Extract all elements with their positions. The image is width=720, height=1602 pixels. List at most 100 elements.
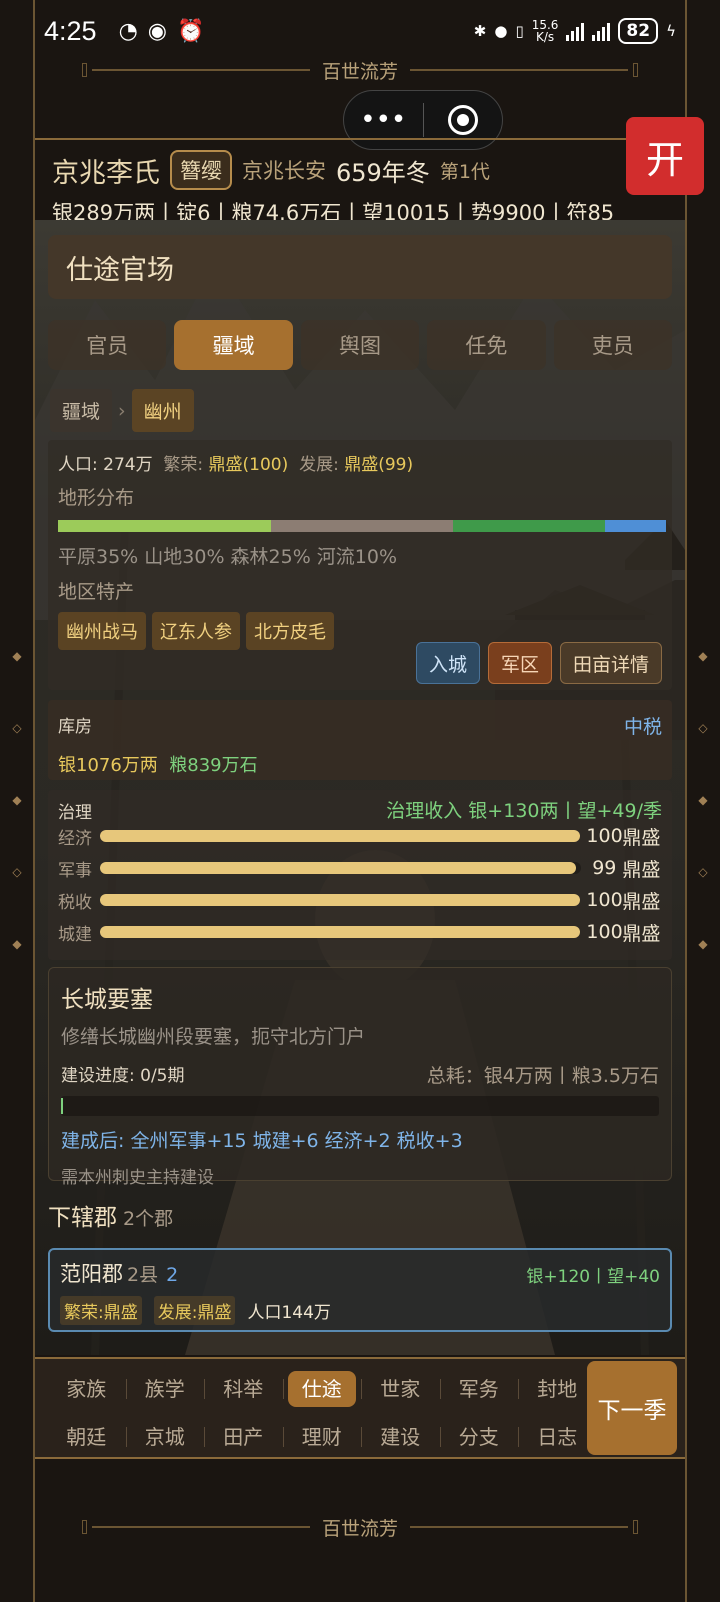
clan-header: 京兆李氏 簪缨 京兆长安 659年冬 第1代 [52,150,490,190]
gov-label: 经济 [58,828,92,849]
project-description: 修缮长城幽州段要塞，扼守北方门户 [61,1026,366,1048]
signal-icon [566,21,585,41]
county-extra: 2 [166,1264,179,1286]
more-dots-icon: ••• [360,105,407,135]
panel-title: 仕途官场 [48,235,672,299]
region-actions: 入城 军区 田亩详情 [415,642,662,684]
open-button[interactable]: 开 [626,117,704,195]
nav-finance[interactable]: 理财 [282,1421,362,1450]
nav-grid: 家族 族学 科举 仕途 世家 军务 封地 朝廷 京城 田产 理财 建设 分支 日… [47,1363,597,1459]
close-miniprogram-button[interactable] [424,105,503,135]
tab-clerks[interactable]: 吏员 [553,320,673,370]
clan-seat: 京兆长安 [242,159,326,183]
nav-family[interactable]: 家族 [47,1373,126,1402]
terrain-segment [453,520,606,532]
breadcrumb: 疆域 › 幽州 [50,389,194,432]
chevron-right-icon: › [118,399,126,422]
project-cost: 总耗：银4万两丨粮3.5万石 [426,1065,659,1087]
more-button[interactable]: ••• [344,105,423,135]
nav-court[interactable]: 朝廷 [47,1421,126,1450]
nav-construction[interactable]: 建设 [361,1421,440,1450]
next-season-button[interactable]: 下一季 [587,1361,677,1455]
nav-estates[interactable]: 田产 [204,1421,283,1450]
county-card[interactable]: 范阳郡 2县 2 银+120丨望+40 繁荣:鼎盛 发展:鼎盛 人口144万 [48,1248,672,1332]
gov-bar-track [99,926,581,938]
nav-branches[interactable]: 分支 [439,1421,519,1450]
banner-pin [633,63,638,77]
vibrate-icon: ▯ [515,22,524,40]
nav-military[interactable]: 军务 [439,1373,519,1402]
header-divider [35,138,685,140]
nav-log[interactable]: 日志 [518,1421,597,1450]
enter-city-button[interactable]: 入城 [415,642,480,684]
bottom-navigation: 家族 族学 科举 仕途 世家 军务 封地 朝廷 京城 田产 理财 建设 分支 日… [35,1357,685,1459]
gov-label: 军事 [58,860,92,881]
county-name: 范阳郡 [60,1262,123,1286]
specialty-heading: 地区特产 [58,581,135,603]
county-development: 发展:鼎盛 [153,1296,236,1325]
development-label: 发展: [299,455,339,475]
bluetooth-icon: ✱ [473,22,487,40]
official-tabs: 官员 疆域 舆图 任免 吏员 [48,320,673,370]
banner-pin [82,1520,87,1534]
prosperity-value: 鼎盛(100) [208,455,289,475]
clock: 4:25 [44,15,97,46]
construction-project-card[interactable]: 长城要塞 修缮长城幽州段要塞，扼守北方门户 建设进度: 0/5期 总耗：银4万两… [48,967,672,1188]
speedometer-icon: ◔ [118,18,138,44]
nav-noble-families[interactable]: 世家 [361,1373,440,1402]
storage-grain: 粮839万石 [169,755,258,776]
nav-imperial-exam[interactable]: 科举 [204,1373,283,1402]
status-bar: 4:25 ◔ ◉ ⏰ ✱ ● ▯ 15.6 K/s 82 ϟ [0,0,720,62]
specialty-tag: 辽东人参 [152,612,240,650]
tab-officials[interactable]: 官员 [48,320,167,370]
banner-pin [82,63,87,77]
gov-value: 100 [586,889,623,911]
terrain-distribution-bar [58,520,666,532]
specialty-tag: 幽州战马 [58,612,146,650]
nav-fief[interactable]: 封地 [518,1373,597,1402]
subordinate-count: 2个郡 [123,1208,174,1230]
military-district-button[interactable]: 军区 [487,642,552,684]
county-stats: 繁荣:鼎盛 发展:鼎盛 人口144万 [60,1296,660,1325]
current-year: 659年冬 [336,158,430,187]
clan-name: 京兆李氏 [52,157,160,189]
population-value: 274万 [103,455,153,475]
governance-row-military: 军事 99 鼎盛 [58,856,662,881]
network-speed: 15.6 K/s [531,18,559,44]
charging-icon: ϟ [666,22,676,40]
gov-value: 99 [592,857,617,879]
project-progress-label: 建设进度: 0/5期 [61,1066,185,1086]
breadcrumb-current: 幽州 [131,389,194,432]
county-prosperity: 繁荣:鼎盛 [60,1296,142,1325]
banner-title: 百世流芳 [322,60,399,83]
breadcrumb-root[interactable]: 疆域 [50,389,113,432]
nav-capital[interactable]: 京城 [125,1421,205,1450]
gov-bar-fill [99,830,581,842]
storage-title: 库房 [58,717,92,737]
subordinate-title: 下辖郡 [48,1205,117,1231]
miniprogram-capsule: ••• [343,90,503,150]
target-icon [447,105,478,135]
clan-rank-badge[interactable]: 簪缨 [170,150,232,190]
project-effect: 建成后: 全州军事+15 城建+6 经济+2 税收+3 [61,1130,463,1152]
gov-value: 100 [586,921,623,943]
subordinate-heading: 下辖郡 2个郡 [48,1198,173,1232]
alarm-icon: ⏰ [176,18,205,44]
battery-indicator: 82 [618,18,659,44]
gov-bar-track [99,894,581,906]
nav-row: 朝廷 京城 田产 理财 建设 分支 日志 [47,1411,597,1459]
tab-territory[interactable]: 疆域 [174,320,293,370]
nav-career[interactable]: 仕途 [282,1370,362,1407]
gov-level: 鼎盛 [622,922,661,945]
tax-level-link[interactable]: 中税 [624,712,662,739]
tab-map[interactable]: 舆图 [300,320,420,370]
prosperity-label: 繁荣: [163,455,204,475]
top-banner: 百世流芳 [80,55,640,85]
governance-panel: 治理 治理收入 银+130两丨望+49/季 经济 100 鼎盛 军事 99 鼎盛… [48,790,672,960]
eye-icon: ◉ [147,18,167,44]
nav-clan-school[interactable]: 族学 [125,1373,205,1402]
gov-value: 100 [586,825,623,847]
farmland-details-button[interactable]: 田亩详情 [559,642,662,684]
county-population: 人口144万 [247,1303,331,1323]
tab-appointment[interactable]: 任免 [427,320,546,370]
